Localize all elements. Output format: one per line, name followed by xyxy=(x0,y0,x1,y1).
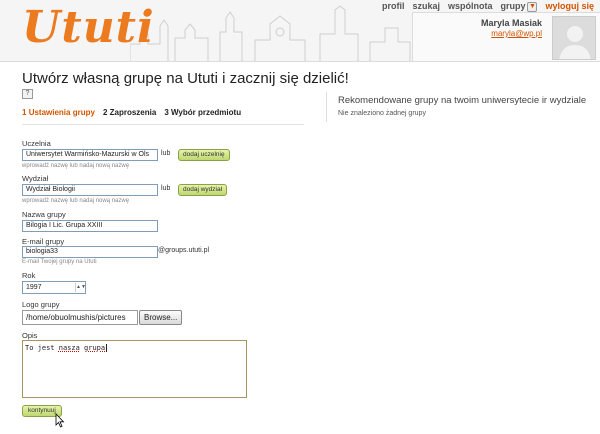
description-word: To xyxy=(25,344,34,352)
university-input[interactable]: Uniwersytet Warmińsko-Mazurski w Ols xyxy=(22,149,158,161)
description-word: jest xyxy=(37,344,55,352)
description-word: grupa xyxy=(84,344,106,352)
group-name-input[interactable]: Bilogia I Lic. Grupa XXIII xyxy=(22,220,158,232)
page-title: Utwórz własną grupę na Ututi i zacznij s… xyxy=(22,70,349,87)
description-label: Opis xyxy=(22,331,38,340)
user-name[interactable]: Maryla Masiak xyxy=(481,18,542,28)
nav-groups-label: grupy xyxy=(500,1,526,11)
step-subject: 3 Wybór przedmiotu xyxy=(164,108,241,117)
year-value: 1997 xyxy=(26,284,42,291)
help-icon[interactable]: ? xyxy=(22,89,33,99)
user-silhouette-icon xyxy=(553,17,595,59)
ututi-logo[interactable]: Ututi xyxy=(22,2,155,53)
user-panel: Maryla Masiak maryla@wp.pl xyxy=(412,12,600,61)
department-input[interactable]: Wydział Biologii xyxy=(22,184,158,196)
logout-link[interactable]: wyloguj się xyxy=(545,1,594,11)
divider xyxy=(22,124,304,125)
year-select[interactable]: 1997 ▲▼ xyxy=(22,281,86,294)
email-domain-suffix: @groups.ututi.pl xyxy=(158,247,210,254)
or-text: lub xyxy=(161,150,171,157)
add-department-button[interactable]: dodaj wydział xyxy=(178,184,228,196)
mouse-pointer-icon xyxy=(55,413,65,428)
nav-search-link[interactable]: szukaj xyxy=(412,1,440,11)
step-invitations: 2 Zaproszenia xyxy=(103,108,156,117)
updown-arrows-icon: ▲▼ xyxy=(75,283,86,292)
or-text: lub xyxy=(161,185,171,192)
logo-file-input[interactable]: /home/obuolmushis/pictures xyxy=(22,310,138,325)
nav-profile-link[interactable]: profil xyxy=(382,1,405,11)
description-textarea[interactable]: To jest nasza grupa xyxy=(22,340,247,398)
text-caret xyxy=(106,344,108,352)
university-hint: wprowadź nazwę lub nadaj nową nazwę xyxy=(22,163,130,169)
recommended-groups-title: Rekomendowane grupy na twoim uniwersytec… xyxy=(338,95,587,106)
divider xyxy=(326,92,327,122)
step-settings: 1 Ustawienia grupy xyxy=(22,108,95,117)
description-word: nasza xyxy=(58,344,80,352)
step-label: Zaproszenia xyxy=(109,108,157,117)
no-groups-message: Nie znaleziono żadnej grupy xyxy=(338,110,426,117)
nav-groups-link[interactable]: grupy ▼ xyxy=(500,1,538,12)
nav-community-link[interactable]: wspólnota xyxy=(448,1,493,11)
step-label: Ustawienia grupy xyxy=(28,108,95,117)
browse-button[interactable]: Browse... xyxy=(139,310,183,325)
step-label: Wybór przedmiotu xyxy=(171,108,242,117)
group-name-label: Nazwa grupy xyxy=(22,210,66,219)
step-number: 2 xyxy=(102,108,108,117)
group-email-input[interactable]: biologia33 xyxy=(22,246,158,258)
chevron-down-icon[interactable]: ▼ xyxy=(527,1,538,12)
site-header: Ututi profil szukaj wspólnota grupy ▼ wyl… xyxy=(0,0,600,62)
wizard-steps: 1 Ustawienia grupy 2 Zaproszenia 3 Wybór… xyxy=(22,108,241,117)
department-label: Wydział xyxy=(22,174,49,183)
year-label: Rok xyxy=(22,271,36,280)
group-email-hint: E-mail Twojej grupy na Ututi xyxy=(22,259,97,265)
step-number: 3 xyxy=(164,108,169,117)
logo-label: Logo grupy xyxy=(22,300,60,309)
add-university-button[interactable]: dodaj uczelnię xyxy=(178,149,230,161)
avatar[interactable] xyxy=(552,16,596,60)
step-number: 1 xyxy=(22,108,27,117)
university-label: Uczelnia xyxy=(22,139,51,148)
user-email[interactable]: maryla@wp.pl xyxy=(491,29,542,38)
top-navigation: profil szukaj wspólnota grupy ▼ wyloguj s… xyxy=(382,1,594,12)
department-hint: wprowadź nazwę lub nadaj nową nazwę xyxy=(22,198,130,204)
group-email-label: E-mail grupy xyxy=(22,237,65,246)
